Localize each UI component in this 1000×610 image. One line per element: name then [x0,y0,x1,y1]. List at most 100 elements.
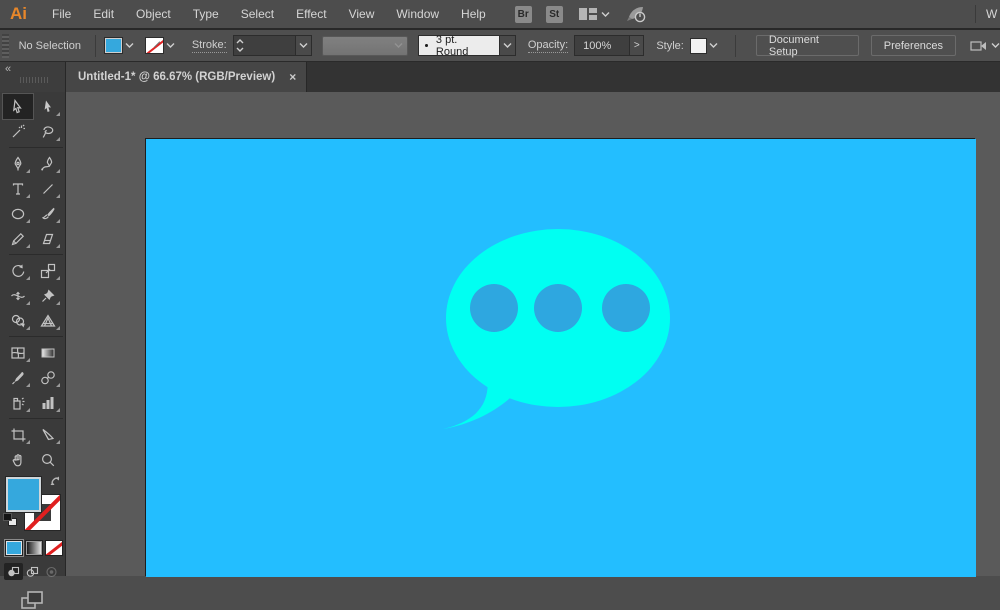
draw-behind-button[interactable] [23,563,42,580]
opacity-field[interactable]: 100% [574,35,631,56]
stroke-color-swatch-none[interactable] [144,37,164,54]
variable-width-profile-dropdown[interactable] [499,35,516,56]
menu-type[interactable]: Type [182,0,230,28]
default-stroke-icon [3,513,12,521]
mesh-tool[interactable] [3,340,33,365]
tool-separator [9,418,63,419]
magic-wand-icon [12,124,25,137]
shape-builder-tool[interactable] [3,308,33,333]
fill-swatch[interactable] [5,476,42,513]
column-graph-tool[interactable] [33,390,63,415]
menu-effect[interactable]: Effect [285,0,337,28]
artboard[interactable] [145,138,976,577]
blend-icon [41,370,55,384]
chevron-down-icon [991,43,1000,48]
eraser-tool[interactable] [33,226,63,251]
bubble-dot-2 [534,284,582,332]
curvature-tool[interactable] [33,151,63,176]
hand-tool[interactable] [3,447,33,472]
graphic-style-swatch[interactable] [689,37,707,54]
swap-fill-stroke-button[interactable] [50,476,62,488]
menu-help[interactable]: Help [450,0,497,28]
perspective-grid-tool[interactable] [33,308,63,333]
dock-control-bar-button[interactable] [970,39,1000,53]
blend-tool[interactable] [33,365,63,390]
pen-tool[interactable] [3,151,33,176]
document-setup-button[interactable]: Document Setup [755,34,859,58]
menu-select[interactable]: Select [230,0,285,28]
fill-color-swatch[interactable] [103,37,123,54]
color-mode-row [4,539,65,557]
gradient-tool[interactable] [33,340,63,365]
lasso-tool[interactable] [33,119,63,144]
draw-inside-button [42,563,61,580]
ellipse-icon [11,208,25,219]
swap-arrows-icon [50,476,60,486]
opacity-link[interactable]: Opacity: [527,39,569,53]
screen-mode-icon [21,591,43,609]
default-fill-stroke-button[interactable] [3,513,17,526]
rotate-icon [12,264,25,277]
tools-panel [0,92,66,609]
speech-bubble-artwork[interactable] [146,139,976,577]
variable-width-profile-button[interactable]: 3 pt. Round [418,34,500,58]
artboard-icon [11,428,26,441]
menu-view[interactable]: View [338,0,386,28]
control-bar-grip[interactable] [2,33,9,58]
stepper-arrows[interactable] [234,39,247,52]
color-mode-button[interactable] [4,539,24,557]
bridge-button[interactable]: Br [514,5,532,23]
stroke-weight-link[interactable]: Stroke: [191,39,227,53]
eyedropper-tool[interactable] [3,365,33,390]
symbol-sprayer-tool[interactable] [3,390,33,415]
gradient-mode-button[interactable] [25,540,43,556]
tools-panel-header[interactable]: « [0,62,66,92]
pasteboard[interactable] [66,92,1000,577]
width-tool[interactable] [3,283,33,308]
graphic-style-dropdown[interactable] [707,36,721,55]
bubble-dot-1 [470,284,518,332]
opacity-expand-button[interactable]: > [630,35,645,56]
line-segment-tool[interactable] [33,176,63,201]
document-tab-bar: « Untitled-1* @ 66.67% (RGB/Preview) × [0,62,1000,92]
artboard-tool[interactable] [3,422,33,447]
document-title: Untitled-1* @ 66.67% (RGB/Preview) [78,71,276,83]
shaper-tool[interactable] [3,226,33,251]
puppet-warp-tool[interactable] [33,283,63,308]
gpu-performance-button[interactable] [626,5,648,23]
none-mode-button[interactable] [45,540,63,556]
stock-button[interactable]: St [545,5,563,23]
menu-object[interactable]: Object [125,0,182,28]
magic-wand-tool[interactable] [3,119,33,144]
workspace [0,92,1000,609]
direct-selection-tool[interactable] [33,94,63,119]
perspective-grid-icon [40,313,56,327]
rotate-tool[interactable] [3,258,33,283]
stroke-weight-stepper[interactable] [232,35,296,56]
selection-tool[interactable] [2,93,34,120]
workspace-switcher[interactable]: W [986,7,1000,21]
fill-color-dropdown[interactable] [123,36,137,55]
menu-window[interactable]: Window [385,0,450,28]
dock-panel-icon [970,40,987,51]
draw-normal-button[interactable] [4,563,23,580]
stroke-weight-dropdown[interactable] [295,35,312,56]
scale-tool[interactable] [33,258,63,283]
preferences-button[interactable]: Preferences [870,35,957,56]
collapse-panel-icon[interactable]: « [5,63,11,75]
stroke-color-dropdown[interactable] [164,36,178,55]
panel-grip[interactable] [20,77,48,83]
ellipse-tool[interactable] [3,201,33,226]
stroke-weight-field[interactable] [247,36,295,55]
zoom-tool[interactable] [33,447,63,472]
change-screen-mode-button[interactable] [20,590,65,610]
type-tool[interactable] [3,176,33,201]
arrange-documents-button[interactable] [578,8,610,20]
paintbrush-tool[interactable] [33,201,63,226]
slice-tool[interactable] [33,422,63,447]
menu-file[interactable]: File [41,0,82,28]
close-tab-icon[interactable]: × [289,70,296,84]
document-tab[interactable]: Untitled-1* @ 66.67% (RGB/Preview) × [66,62,308,92]
mesh-icon [11,346,25,359]
menu-edit[interactable]: Edit [82,0,125,28]
